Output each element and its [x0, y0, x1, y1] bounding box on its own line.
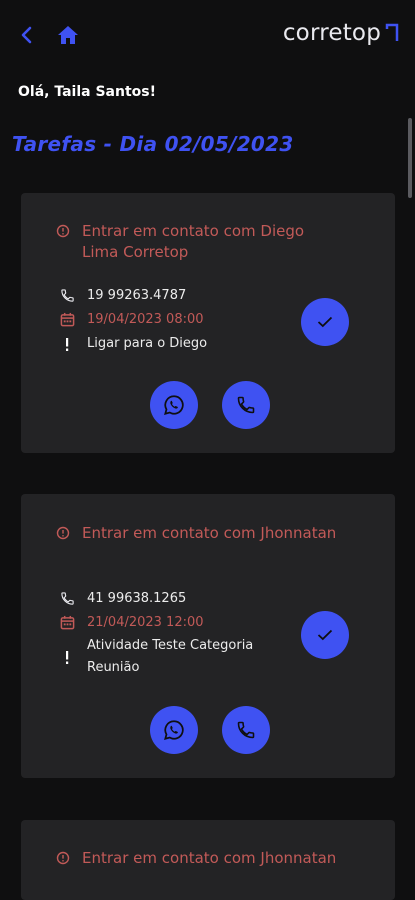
task-title: Entrar em contato com Jhonnatan [82, 524, 337, 542]
phone-icon [237, 396, 255, 414]
call-button[interactable] [222, 706, 270, 754]
calendar-icon [59, 311, 75, 327]
note-row: Ligar para o Diego [59, 333, 287, 355]
task-datetime: 19/04/2023 08:00 [87, 311, 204, 327]
exclamation-icon [59, 336, 75, 352]
check-icon [317, 316, 333, 328]
phone-number: 41 99638.1265 [87, 590, 187, 606]
alert-circle-icon [56, 224, 70, 238]
call-button[interactable] [222, 381, 270, 429]
task-note: Ligar para o Diego [87, 336, 208, 351]
phone-icon [237, 721, 255, 739]
section-title: Tarefas - Dia 02/05/2023 [12, 132, 294, 156]
task-card: Entrar em contato com Diego Lima Correto… [21, 193, 395, 453]
phone-number: 19 99263.4787 [87, 287, 187, 303]
home-button[interactable] [55, 22, 81, 48]
chevron-left-icon [21, 26, 32, 44]
task-title-row: Entrar em contato com Diego Lima Correto… [56, 221, 342, 263]
complete-task-button[interactable] [301, 611, 349, 659]
alert-circle-icon [56, 851, 70, 865]
exclamation-icon [59, 649, 75, 665]
corner-arrow-icon [385, 23, 399, 41]
app-header: corretop [0, 0, 415, 70]
task-card: Entrar em contato com Jhonnatan [21, 820, 395, 900]
task-title-row: Entrar em contato com Jhonnatan [56, 848, 342, 869]
whatsapp-button[interactable] [150, 706, 198, 754]
corretop-logo: corretop [283, 20, 399, 46]
back-button[interactable] [14, 22, 40, 48]
task-title-row: Entrar em contato com Jhonnatan [56, 523, 342, 544]
check-icon [317, 629, 333, 641]
logo-text: corretop [282, 20, 381, 46]
date-row: 21/04/2023 12:00 [59, 614, 204, 630]
calendar-icon [59, 614, 75, 630]
task-title: Entrar em contato com Jhonnatan [82, 849, 337, 867]
whatsapp-icon [164, 720, 184, 740]
phone-icon [59, 287, 75, 303]
whatsapp-icon [164, 395, 184, 415]
alert-circle-icon [56, 526, 70, 540]
date-row: 19/04/2023 08:00 [59, 311, 204, 327]
complete-task-button[interactable] [301, 298, 349, 346]
task-card: Entrar em contato com Jhonnatan 41 99638… [21, 494, 395, 778]
task-datetime: 21/04/2023 12:00 [87, 614, 204, 630]
note-row: Atividade Teste Categoria Reunião [59, 635, 287, 679]
scrollbar[interactable] [408, 118, 412, 198]
greeting-text: Olá, Taila Santos! [18, 84, 156, 100]
task-title: Entrar em contato com Diego Lima Correto… [82, 222, 305, 261]
phone-row: 41 99638.1265 [59, 590, 186, 606]
task-note: Atividade Teste Categoria Reunião [87, 638, 254, 675]
home-icon [58, 26, 78, 44]
phone-row: 19 99263.4787 [59, 287, 186, 303]
whatsapp-button[interactable] [150, 381, 198, 429]
phone-icon [59, 590, 75, 606]
